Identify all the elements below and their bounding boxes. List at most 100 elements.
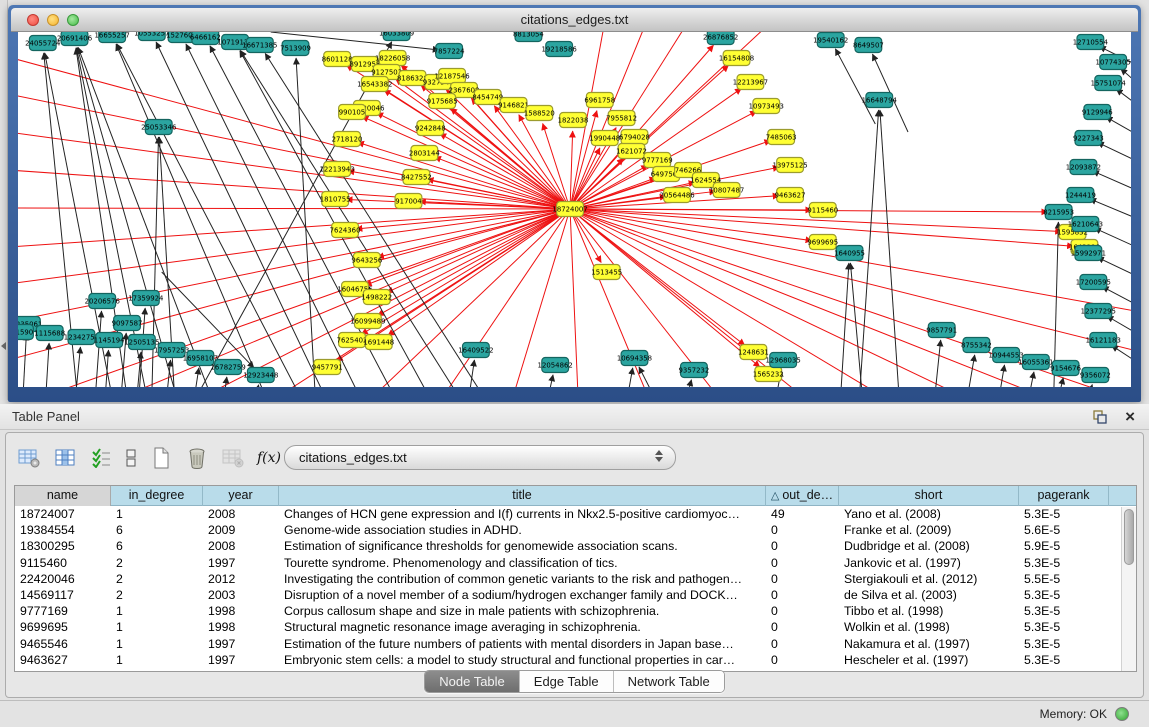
network-canvas[interactable]: 8601128891295518226058912750316543382818… <box>18 32 1131 387</box>
table-cell[interactable]: Investigating the contribution of common… <box>279 571 766 587</box>
table-cell[interactable]: Embryonic stem cells: a model to study s… <box>279 652 766 668</box>
table-cell[interactable]: 49 <box>766 506 839 522</box>
table-cell[interactable]: Tibbo et al. (1998) <box>839 603 1019 619</box>
delete-column-icon[interactable] <box>182 445 212 471</box>
graph-node[interactable]: 12923448 <box>243 368 278 383</box>
table-cell[interactable]: 0 <box>766 603 839 619</box>
table-cell[interactable]: 1997 <box>203 652 279 668</box>
graph-node[interactable]: 7485063 <box>766 130 797 145</box>
table-cell[interactable]: 9777169 <box>15 603 111 619</box>
column-header-name[interactable]: name <box>15 486 111 506</box>
table-cell[interactable]: 9463627 <box>15 652 111 668</box>
table-cell[interactable]: 6 <box>111 538 203 554</box>
graph-node[interactable]: 20691406 <box>57 32 92 46</box>
graph-node[interactable]: 12213943 <box>320 162 355 177</box>
graph-node[interactable]: 1244419 <box>1065 188 1096 203</box>
graph-node[interactable]: 8601128 <box>322 52 353 67</box>
table-cell[interactable]: Yano et al. (2008) <box>839 506 1019 522</box>
table-row[interactable]: 1938455462009Genome-wide association stu… <box>15 522 1136 538</box>
tab-edge-table[interactable]: Edge Table <box>519 671 613 692</box>
table-row[interactable]: 969969511998Structural magnetic resonanc… <box>15 619 1136 635</box>
table-cell[interactable]: 5.3E-5 <box>1019 555 1109 571</box>
table-cell[interactable]: Corpus callosum shape and size in male p… <box>279 603 766 619</box>
graph-node[interactable]: 16055361 <box>1018 355 1053 370</box>
table-cell[interactable]: 1998 <box>203 619 279 635</box>
graph-node[interactable]: 1565232 <box>753 367 784 382</box>
graph-node[interactable]: 17200595 <box>1076 275 1111 290</box>
table-cell[interactable]: Dudbridge et al. (2008) <box>839 538 1019 554</box>
table-cell[interactable]: 0 <box>766 538 839 554</box>
graph-node[interactable]: 16409522 <box>458 343 493 358</box>
table-cell[interactable]: 1997 <box>203 636 279 652</box>
graph-node[interactable]: 9154676 <box>1050 361 1081 376</box>
graph-node[interactable]: 917004 <box>395 194 422 209</box>
graph-node[interactable]: 8649507 <box>853 38 884 53</box>
table-cell[interactable]: Jankovic et al. (1997) <box>839 555 1019 571</box>
column-header-title[interactable]: title <box>279 486 766 506</box>
table-cell[interactable]: 6 <box>111 522 203 538</box>
graph-node[interactable]: 2718120 <box>332 132 363 147</box>
graph-node[interactable]: 1990448 <box>589 131 620 146</box>
table-cell[interactable]: Tourette syndrome. Phenomenology and cla… <box>279 555 766 571</box>
memory-ok-indicator-icon[interactable] <box>1115 707 1129 721</box>
graph-node[interactable]: 8755342 <box>961 338 992 353</box>
graph-node[interactable]: 9129946 <box>1082 105 1113 120</box>
panel-collapse-arrow-icon[interactable] <box>1 342 6 350</box>
tab-node-table[interactable]: Node Table <box>425 671 519 692</box>
table-cell[interactable]: 2 <box>111 587 203 603</box>
graph-node[interactable]: 1498222 <box>361 290 392 305</box>
graph-node[interactable]: 12710554 <box>1073 35 1109 50</box>
vertical-scrollbar[interactable] <box>1121 507 1136 671</box>
graph-node[interactable]: 16648794 <box>862 93 898 108</box>
float-window-icon[interactable] <box>1093 410 1107 429</box>
tab-network-table[interactable]: Network Table <box>613 671 724 692</box>
table-cell[interactable]: 2009 <box>203 522 279 538</box>
table-cell[interactable]: 2003 <box>203 587 279 603</box>
graph-node[interactable]: 12054862 <box>538 358 573 373</box>
close-traffic-light-icon[interactable] <box>27 14 39 26</box>
table-cell[interactable]: 2 <box>111 555 203 571</box>
scrollbar-thumb[interactable] <box>1124 509 1134 565</box>
table-cell[interactable]: 5.3E-5 <box>1019 636 1109 652</box>
table-cell[interactable]: 1 <box>111 636 203 652</box>
graph-node[interactable]: 12377295 <box>1081 304 1116 319</box>
table-cell[interactable]: 5.5E-5 <box>1019 571 1109 587</box>
table-cell[interactable]: 22420046 <box>15 571 111 587</box>
table-cell[interactable]: 5.3E-5 <box>1019 652 1109 668</box>
graph-node[interactable]: 10774305 <box>1096 55 1131 70</box>
graph-node[interactable]: 8215953 <box>1043 205 1074 220</box>
graph-node[interactable]: 9643256 <box>351 253 382 268</box>
graph-node[interactable]: 1588520 <box>524 106 555 121</box>
network-window[interactable]: citations_edges.txt 86011288912955182260… <box>8 5 1141 402</box>
table-row[interactable]: 1830029562008Estimation of significance … <box>15 538 1136 554</box>
graph-node[interactable]: 25053346 <box>141 120 176 135</box>
graph-node[interactable]: 24055724 <box>25 36 61 51</box>
graph-node[interactable]: 1248631 <box>738 345 769 360</box>
graph-node[interactable]: 16099489 <box>350 314 385 329</box>
graph-node[interactable]: 9699695 <box>807 235 838 250</box>
graph-node[interactable]: 1810755 <box>320 192 351 207</box>
table-cell[interactable]: 0 <box>766 587 839 603</box>
table-cell[interactable]: 5.3E-5 <box>1019 603 1109 619</box>
graph-node[interactable]: 391590 <box>18 325 33 340</box>
table-cell[interactable]: 5.6E-5 <box>1019 522 1109 538</box>
graph-node[interactable]: 16121183 <box>1086 333 1121 348</box>
table-row[interactable]: 1872400712008Changes of HCN gene express… <box>15 506 1136 522</box>
table-cell[interactable]: 1998 <box>203 603 279 619</box>
graph-node[interactable]: 12968035 <box>766 353 801 368</box>
delete-table-icon[interactable] <box>218 445 248 471</box>
graph-node[interactable]: 19540162 <box>813 33 848 48</box>
graph-node[interactable]: 10553257 <box>134 32 169 41</box>
graph-node[interactable]: 17359924 <box>128 291 164 306</box>
table-row[interactable]: 946362711997Embryonic stem cells: a mode… <box>15 652 1136 668</box>
new-column-icon[interactable] <box>146 445 176 471</box>
table-cell[interactable]: 1997 <box>203 555 279 571</box>
table-row[interactable]: 911546021997Tourette syndrome. Phenomeno… <box>15 555 1136 571</box>
graph-node[interactable]: 1691448 <box>363 335 394 350</box>
graph-node[interactable]: 7857224 <box>434 44 465 59</box>
graph-node[interactable]: 16210643 <box>1068 217 1103 232</box>
graph-node[interactable]: 6794028 <box>619 130 650 145</box>
table-cell[interactable]: 5.3E-5 <box>1019 506 1109 522</box>
table-row[interactable]: 1456911722003Disruption of a novel membe… <box>15 587 1136 603</box>
table-row[interactable]: 946554611997Estimation of the future num… <box>15 636 1136 652</box>
